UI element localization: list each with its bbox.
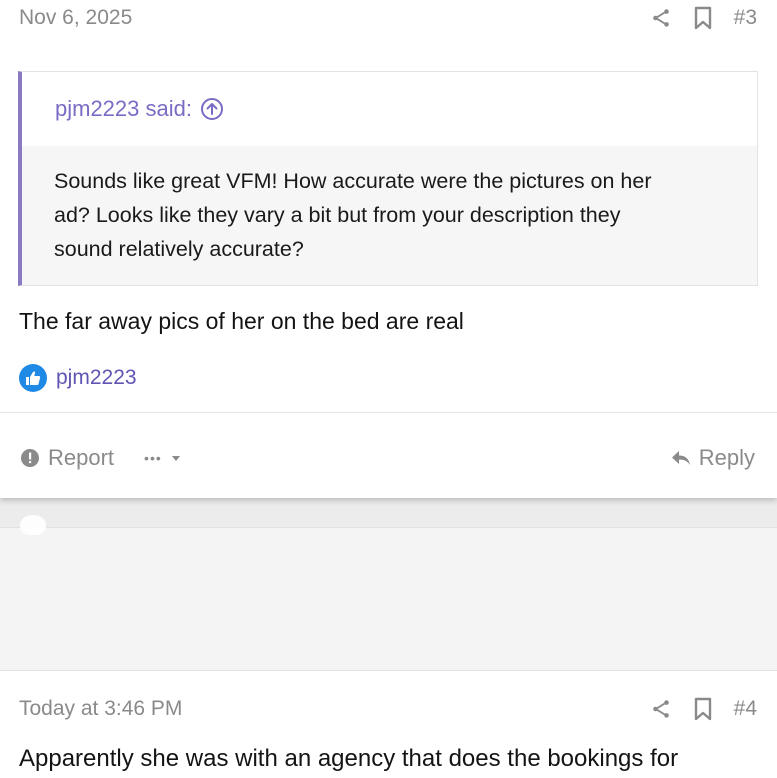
post-meta: Today at 3:46 PM #4 xyxy=(19,695,757,723)
reply-label: Reply xyxy=(698,445,755,470)
more-options-button[interactable]: ••• xyxy=(144,450,182,466)
thumbs-up-icon xyxy=(19,364,47,392)
post-date[interactable]: Today at 3:46 PM xyxy=(19,697,182,721)
faded-avatar-shape xyxy=(20,515,46,535)
post-4: Today at 3:46 PM #4 Apparently she was w… xyxy=(0,670,777,778)
report-label: Report xyxy=(48,445,115,470)
post-meta-actions: #3 xyxy=(650,6,757,30)
post-number[interactable]: #4 xyxy=(734,697,757,721)
alert-circle-icon xyxy=(20,448,40,468)
quote-text: Sounds like great VFM! How accurate were… xyxy=(22,146,757,266)
reaction-user[interactable]: pjm2223 xyxy=(56,366,137,390)
reaction-bar[interactable]: pjm2223 xyxy=(19,364,137,392)
post-actions: Report ••• Reply xyxy=(20,438,755,478)
caret-down-icon xyxy=(170,453,182,463)
post-number[interactable]: #3 xyxy=(734,6,757,30)
post-3: Nov 6, 2025 #3 pjm2223 said: Sounds like… xyxy=(0,0,777,498)
divider xyxy=(0,412,777,413)
quote-author[interactable]: pjm2223 said: xyxy=(55,96,192,122)
arrow-up-circle-icon[interactable] xyxy=(200,97,224,121)
reply-button[interactable]: Reply xyxy=(671,445,755,471)
quote-line: sound relatively accurate? xyxy=(54,237,304,261)
bookmark-icon[interactable] xyxy=(692,6,714,30)
share-icon[interactable] xyxy=(650,7,672,29)
more-dots: ••• xyxy=(144,450,162,466)
post-message: Apparently she was with an agency that d… xyxy=(19,745,679,772)
post-date[interactable]: Nov 6, 2025 xyxy=(19,6,132,30)
quote-block: pjm2223 said: Sounds like great VFM! How… xyxy=(18,71,758,286)
quote-line: Sounds like great VFM! How accurate were… xyxy=(54,169,652,193)
quote-line: ad? Looks like they vary a bit but from … xyxy=(54,203,621,227)
separator-strip xyxy=(0,498,777,528)
reply-arrow-icon xyxy=(671,449,691,467)
report-button[interactable]: Report xyxy=(20,445,114,471)
post-meta-actions: #4 xyxy=(650,697,757,721)
bookmark-icon[interactable] xyxy=(692,697,714,721)
post-actions-left: Report ••• xyxy=(20,445,182,471)
post-meta: Nov 6, 2025 #3 xyxy=(19,4,757,32)
post-message: The far away pics of her on the bed are … xyxy=(19,308,464,334)
share-icon[interactable] xyxy=(650,698,672,720)
quote-header[interactable]: pjm2223 said: xyxy=(22,72,757,146)
